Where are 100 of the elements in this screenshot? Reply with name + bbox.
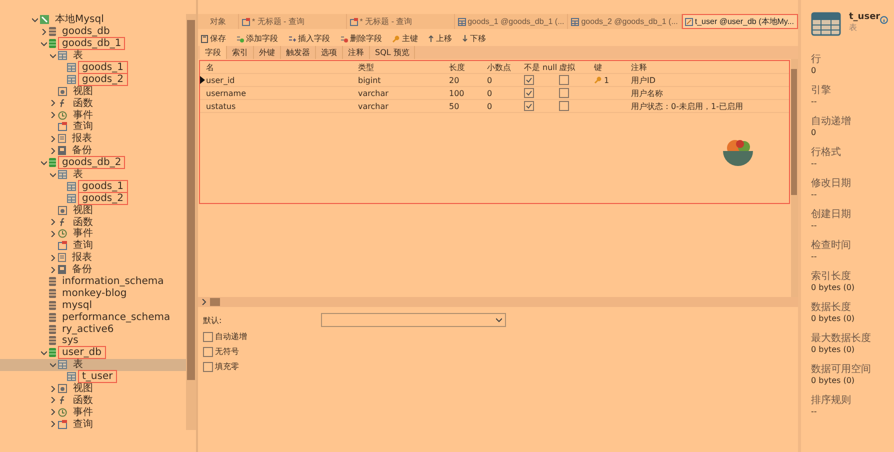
- property-value: --: [811, 252, 818, 261]
- table-icon: [67, 74, 76, 84]
- database-icon: [49, 288, 56, 298]
- info-icon[interactable]: [880, 16, 888, 24]
- tree-item[interactable]: ry_active6: [0, 323, 186, 336]
- chevron-right-icon[interactable]: [201, 299, 207, 305]
- tree-item[interactable]: 事件: [0, 228, 186, 240]
- tree-item[interactable]: 表: [0, 168, 186, 180]
- checkbox[interactable]: [559, 101, 569, 111]
- tree-item[interactable]: 视图: [0, 382, 186, 394]
- property-value: --: [811, 97, 818, 106]
- tab[interactable]: 字段: [200, 46, 227, 59]
- toolbar-button[interactable]: 添加字段: [236, 33, 278, 44]
- query-icon: [58, 420, 67, 429]
- tab[interactable]: 选项: [316, 46, 343, 59]
- tree-item[interactable]: 函数: [0, 216, 186, 228]
- toolbar-button[interactable]: 插入字段: [288, 33, 330, 44]
- checkbox[interactable]: [559, 88, 569, 98]
- database-icon: [49, 277, 56, 286]
- query-icon: [242, 18, 250, 26]
- tree-item[interactable]: 函数: [0, 394, 186, 406]
- tree-item[interactable]: 报表: [0, 132, 186, 145]
- column-header[interactable]: 类型: [352, 62, 443, 72]
- checkbox[interactable]: [524, 101, 534, 111]
- tab[interactable]: goods_1 @goods_db_1 (...: [454, 14, 568, 29]
- toolbar-button[interactable]: 删除字段: [340, 33, 382, 44]
- tree-item[interactable]: goods_2: [0, 73, 186, 86]
- toolbar-button[interactable]: 保存: [201, 33, 226, 44]
- key-number: 1: [604, 76, 610, 84]
- function-icon: [58, 218, 67, 227]
- tree-item[interactable]: 备份: [0, 264, 186, 276]
- tree-item[interactable]: performance_schema: [0, 311, 186, 324]
- query-icon: [58, 122, 67, 132]
- option-checkbox[interactable]: 无符号: [203, 346, 793, 357]
- tree-item[interactable]: information_schema: [0, 276, 186, 288]
- tree-item[interactable]: sys: [0, 335, 186, 347]
- tree-item[interactable]: goods_db_1: [0, 38, 186, 50]
- tab[interactable]: SQL 预览: [370, 46, 416, 59]
- tree-item[interactable]: user_db: [0, 346, 186, 359]
- tree-item[interactable]: 备份: [0, 144, 186, 157]
- tree-item[interactable]: 本地Mysql: [0, 14, 186, 26]
- tab[interactable]: 对象: [198, 14, 239, 29]
- table-cell-text: 0: [486, 102, 494, 110]
- scroll-thumb[interactable]: [187, 20, 195, 380]
- tree-item[interactable]: 事件: [0, 109, 186, 122]
- chevron-down-icon[interactable]: [496, 317, 502, 323]
- tree-item[interactable]: t_user: [0, 370, 186, 383]
- scroll-thumb[interactable]: [210, 298, 220, 306]
- tab[interactable]: 触发器: [281, 46, 316, 59]
- tab[interactable]: 注释: [343, 46, 370, 59]
- column-header[interactable]: 注释: [625, 62, 789, 72]
- tree-item[interactable]: goods_2: [0, 192, 186, 204]
- tree-item[interactable]: 表: [0, 50, 186, 62]
- tree-item[interactable]: 视图: [0, 85, 186, 98]
- column-header[interactable]: 小数点: [481, 62, 518, 72]
- tree-item[interactable]: 报表: [0, 252, 186, 264]
- toolbar-button[interactable]: 主键: [392, 33, 418, 44]
- tab[interactable]: 外键: [254, 46, 281, 59]
- property-label: 检查时间: [811, 238, 852, 252]
- scrollbar[interactable]: [791, 59, 798, 297]
- tree-item[interactable]: 函数: [0, 97, 186, 110]
- checkbox[interactable]: [524, 88, 534, 98]
- scrollbar[interactable]: [198, 297, 798, 307]
- chevron-down-icon[interactable]: [32, 16, 38, 23]
- tree-item[interactable]: goods_db_2: [0, 156, 186, 169]
- scrollbar[interactable]: [186, 14, 196, 430]
- tree-item[interactable]: monkey-blog: [0, 287, 186, 300]
- table-icon: [811, 12, 841, 36]
- property-value: 0 bytes (0): [811, 314, 856, 323]
- tree-item[interactable]: goods_1: [0, 180, 186, 192]
- table-cell-text: bigint: [357, 76, 382, 84]
- tree-item[interactable]: goods_db: [0, 26, 186, 38]
- tree-item[interactable]: 表: [0, 358, 186, 371]
- option-checkbox[interactable]: 自动递增: [203, 331, 793, 342]
- chevron-right-icon[interactable]: [41, 28, 47, 35]
- checkbox[interactable]: [559, 75, 569, 85]
- toolbar-button[interactable]: 上移: [428, 33, 452, 44]
- tree-item[interactable]: 查询: [0, 418, 186, 430]
- tree-item[interactable]: 事件: [0, 406, 186, 418]
- insert-field-icon: [288, 34, 296, 42]
- column-header[interactable]: 键: [588, 62, 625, 72]
- clock-icon: [58, 408, 67, 417]
- column-header[interactable]: 长度: [443, 62, 481, 72]
- clock-icon: [58, 229, 67, 238]
- option-checkbox[interactable]: 填充零: [203, 361, 793, 372]
- tree-item[interactable]: goods_1: [0, 62, 186, 74]
- tree-item[interactable]: mysql: [0, 299, 186, 312]
- table-cell: username: [206, 88, 246, 98]
- tab[interactable]: t_user @user_db (本地My...: [682, 14, 798, 29]
- tree-item[interactable]: 视图: [0, 204, 186, 216]
- column-header[interactable]: 名: [200, 62, 352, 72]
- tree-item[interactable]: 查询: [0, 240, 186, 252]
- function-icon: [58, 98, 67, 108]
- tree-item[interactable]: 查询: [0, 121, 186, 133]
- checkbox[interactable]: [524, 75, 534, 85]
- toolbar-button[interactable]: 下移: [462, 33, 486, 44]
- tab[interactable]: * 无标题 - 查询: [239, 14, 347, 29]
- tab[interactable]: 索引: [227, 46, 254, 59]
- tab[interactable]: * 无标题 - 查询: [346, 14, 455, 29]
- scroll-thumb[interactable]: [791, 69, 797, 195]
